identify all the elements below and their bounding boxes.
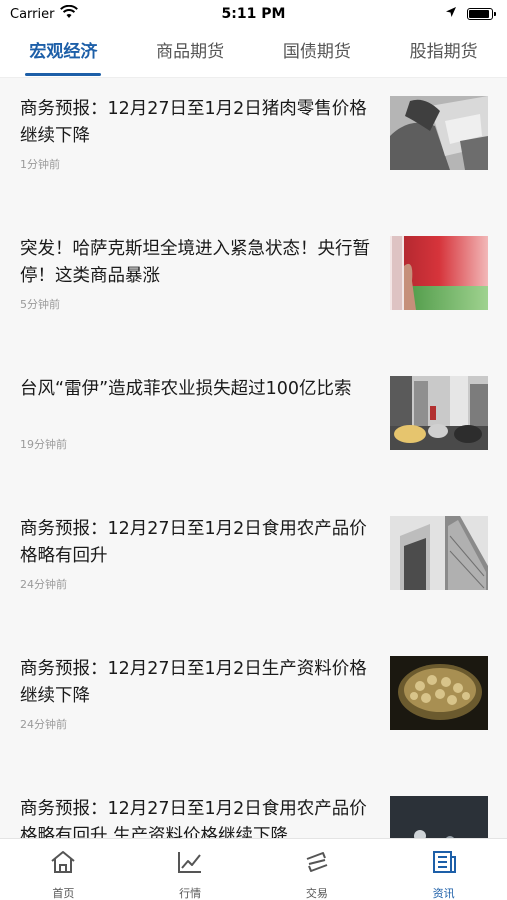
- news-title: 商务预报：12月27日至1月2日猪肉零售价格继续下降: [20, 99, 367, 146]
- category-tabs: 宏观经济 商品期货 国债期货 股指期货: [0, 28, 507, 78]
- trade-icon: [303, 849, 331, 879]
- location-arrow-icon: [445, 6, 457, 22]
- news-item[interactable]: 台风“雷伊”造成菲农业损失超过100亿比索 19分钟前: [0, 358, 507, 478]
- nav-label: 行情: [179, 887, 202, 900]
- chart-icon: [176, 849, 204, 879]
- news-title: 台风“雷伊”造成菲农业损失超过100亿比索: [20, 379, 352, 399]
- news-item[interactable]: 商务预报：12月27日至1月2日生产资料价格继续下降 24分钟前: [0, 638, 507, 758]
- nav-home[interactable]: 首页: [0, 839, 127, 900]
- status-right: [445, 6, 496, 22]
- coins-photo: [390, 656, 488, 730]
- home-icon: [49, 849, 77, 879]
- hands-writing-photo: [390, 96, 488, 170]
- bottom-nav: 首页 行情 交易 资讯: [0, 838, 507, 900]
- nav-label: 交易: [305, 887, 328, 900]
- news-item[interactable]: 商务预报：12月27日至1月2日猪肉零售价格继续下降 1分钟前: [0, 78, 507, 198]
- tab-macro-economy[interactable]: 宏观经济: [0, 28, 127, 78]
- nav-label: 首页: [52, 887, 75, 900]
- tab-commodity-futures[interactable]: 商品期货: [127, 28, 254, 78]
- flag-photo: [390, 236, 488, 310]
- battery-level: [469, 10, 489, 18]
- battery-icon: [467, 8, 496, 20]
- carrier-label: Carrier: [10, 6, 55, 22]
- news-title: 商务预报：12月27日至1月2日生产资料价格继续下降: [20, 659, 367, 706]
- news-title: 突发！哈萨克斯坦全境进入紧急状态！央行暂停！这类商品暴涨: [20, 239, 370, 286]
- nav-label: 资讯: [432, 887, 455, 900]
- tab-stock-index-futures[interactable]: 股指期货: [380, 28, 507, 78]
- news-title: 商务预报：12月27日至1月2日食用农产品价格略有回升 生产资料价格继续下降: [20, 799, 367, 838]
- news-time: 5分钟前: [20, 298, 60, 311]
- news-item[interactable]: 商务预报：12月27日至1月2日食用农产品价格略有回升 生产资料价格继续下降: [0, 778, 507, 838]
- skyscraper-photo: [390, 516, 488, 590]
- news-item[interactable]: 突发！哈萨克斯坦全境进入紧急状态！央行暂停！这类商品暴涨 5分钟前: [0, 218, 507, 338]
- news-time: 24分钟前: [20, 718, 67, 731]
- status-left: Carrier: [10, 4, 79, 23]
- nav-news[interactable]: 资讯: [380, 839, 507, 900]
- wifi-icon: [60, 4, 79, 23]
- news-list[interactable]: 商务预报：12月27日至1月2日猪肉零售价格继续下降 1分钟前 突发！哈萨克斯坦…: [0, 78, 507, 838]
- tab-treasury-futures[interactable]: 国债期货: [254, 28, 381, 78]
- nav-market[interactable]: 行情: [127, 839, 254, 900]
- city-traffic-photo: [390, 376, 488, 450]
- nav-trade[interactable]: 交易: [254, 839, 381, 900]
- news-title: 商务预报：12月27日至1月2日食用农产品价格略有回升: [20, 519, 367, 566]
- chess-photo: [390, 796, 488, 838]
- news-time: 1分钟前: [20, 158, 60, 171]
- news-time: 24分钟前: [20, 578, 67, 591]
- status-bar: Carrier 5:11 PM: [0, 0, 507, 28]
- news-item[interactable]: 商务预报：12月27日至1月2日食用农产品价格略有回升 24分钟前: [0, 498, 507, 618]
- news-time: 19分钟前: [20, 438, 67, 451]
- news-icon: [430, 849, 458, 879]
